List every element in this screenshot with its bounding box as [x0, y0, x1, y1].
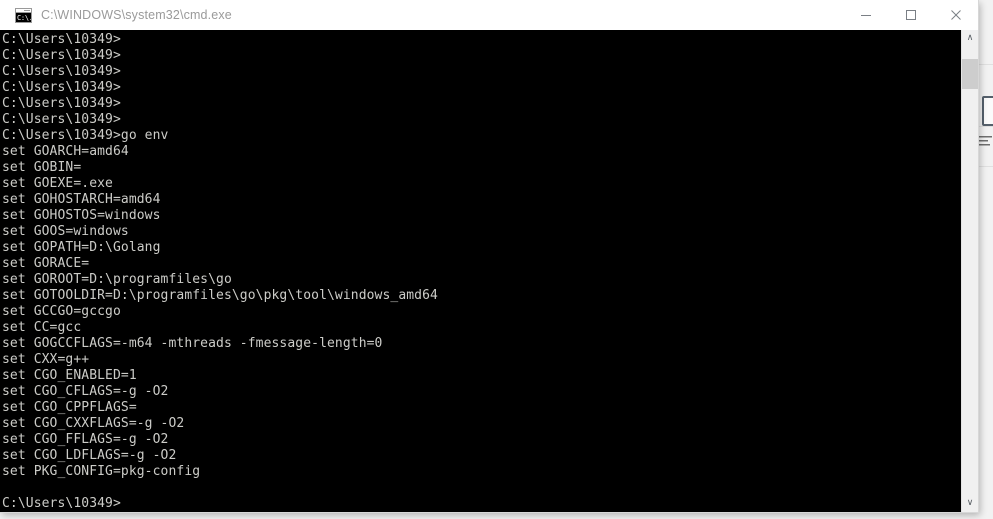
desktop-bracket-icon — [982, 96, 993, 126]
console-scrollbar[interactable]: ∧ ∨ — [961, 30, 978, 512]
window-titlebar[interactable]: C:\. C:\WINDOWS\system32\cmd.exe — [0, 0, 978, 30]
scrollbar-track[interactable] — [962, 47, 978, 59]
close-icon — [950, 10, 961, 20]
close-button[interactable] — [933, 0, 978, 30]
desktop-lines-icon — [976, 134, 992, 146]
maximize-button[interactable] — [888, 0, 933, 30]
window-title: C:\WINDOWS\system32\cmd.exe — [41, 8, 232, 22]
cmd-console-icon: C:\. — [15, 7, 32, 23]
scrollbar-up-arrow-icon[interactable]: ∧ — [962, 30, 978, 47]
scrollbar-down-arrow-icon[interactable]: ∨ — [962, 495, 978, 512]
minimize-button[interactable] — [843, 0, 888, 30]
cmd-window: C:\. C:\WINDOWS\system32\cmd.exe C:\User… — [0, 0, 978, 512]
cmd-icon-glyph: C:\. — [16, 12, 32, 22]
window-controls — [843, 0, 978, 30]
maximize-icon — [905, 10, 916, 20]
scrollbar-thumb[interactable] — [962, 59, 978, 89]
minimize-icon — [860, 15, 871, 16]
console-text: C:\Users\10349> C:\Users\10349> C:\Users… — [2, 32, 438, 511]
console-output-area[interactable]: C:\Users\10349> C:\Users\10349> C:\Users… — [0, 30, 978, 512]
